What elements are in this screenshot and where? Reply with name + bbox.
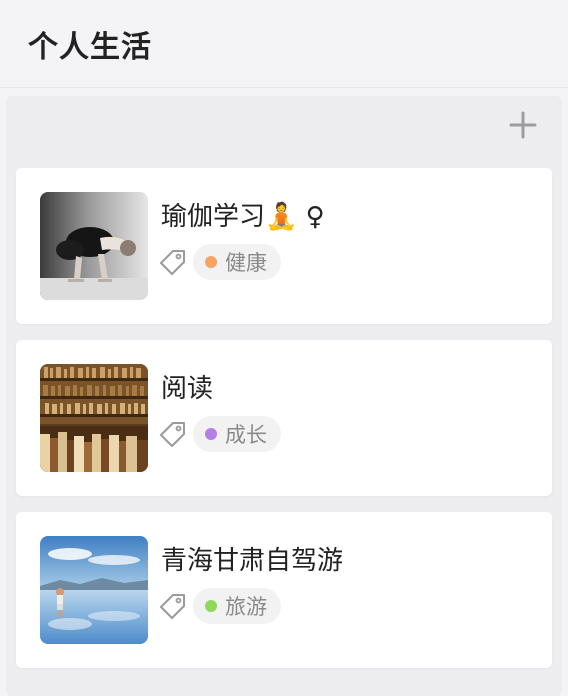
tag-icon: [160, 422, 185, 447]
card-thumbnail-road-trip: [40, 536, 148, 644]
tag-row: 旅游: [159, 588, 281, 624]
tag-row: 健康: [159, 244, 281, 280]
plus-icon: [509, 111, 537, 139]
tag-icon: [160, 594, 185, 619]
add-card-button[interactable]: [508, 110, 538, 140]
tag-chip[interactable]: 健康: [193, 244, 281, 280]
card-reading[interactable]: 阅读 成长: [16, 340, 552, 496]
tag-row: 成长: [159, 416, 281, 452]
card-yoga[interactable]: 瑜伽学习🧘 ♀ 健康: [16, 168, 552, 324]
card-title: 瑜伽学习🧘 ♀: [161, 202, 325, 232]
tag-color-dot: [205, 600, 217, 612]
tag-label: 健康: [225, 251, 267, 275]
board-header: 个人生活: [0, 0, 568, 88]
tag-color-dot: [205, 256, 217, 268]
card-thumbnail-yoga: [40, 192, 148, 300]
card-title: 阅读: [161, 374, 214, 404]
page-title: 个人生活: [28, 29, 152, 65]
tag-icon: [160, 250, 185, 275]
tag-label: 成长: [225, 423, 267, 447]
tag-label: 旅游: [225, 595, 267, 619]
card-thumbnail-reading: [40, 364, 148, 472]
card-title: 青海甘肃自驾游: [161, 546, 344, 576]
tag-color-dot: [205, 428, 217, 440]
tag-chip[interactable]: 成长: [193, 416, 281, 452]
card-road-trip[interactable]: 青海甘肃自驾游 旅游: [16, 512, 552, 668]
board-column: 瑜伽学习🧘 ♀ 健康 阅读 成长 青海甘肃自驾游 旅游: [6, 96, 562, 696]
tag-chip[interactable]: 旅游: [193, 588, 281, 624]
